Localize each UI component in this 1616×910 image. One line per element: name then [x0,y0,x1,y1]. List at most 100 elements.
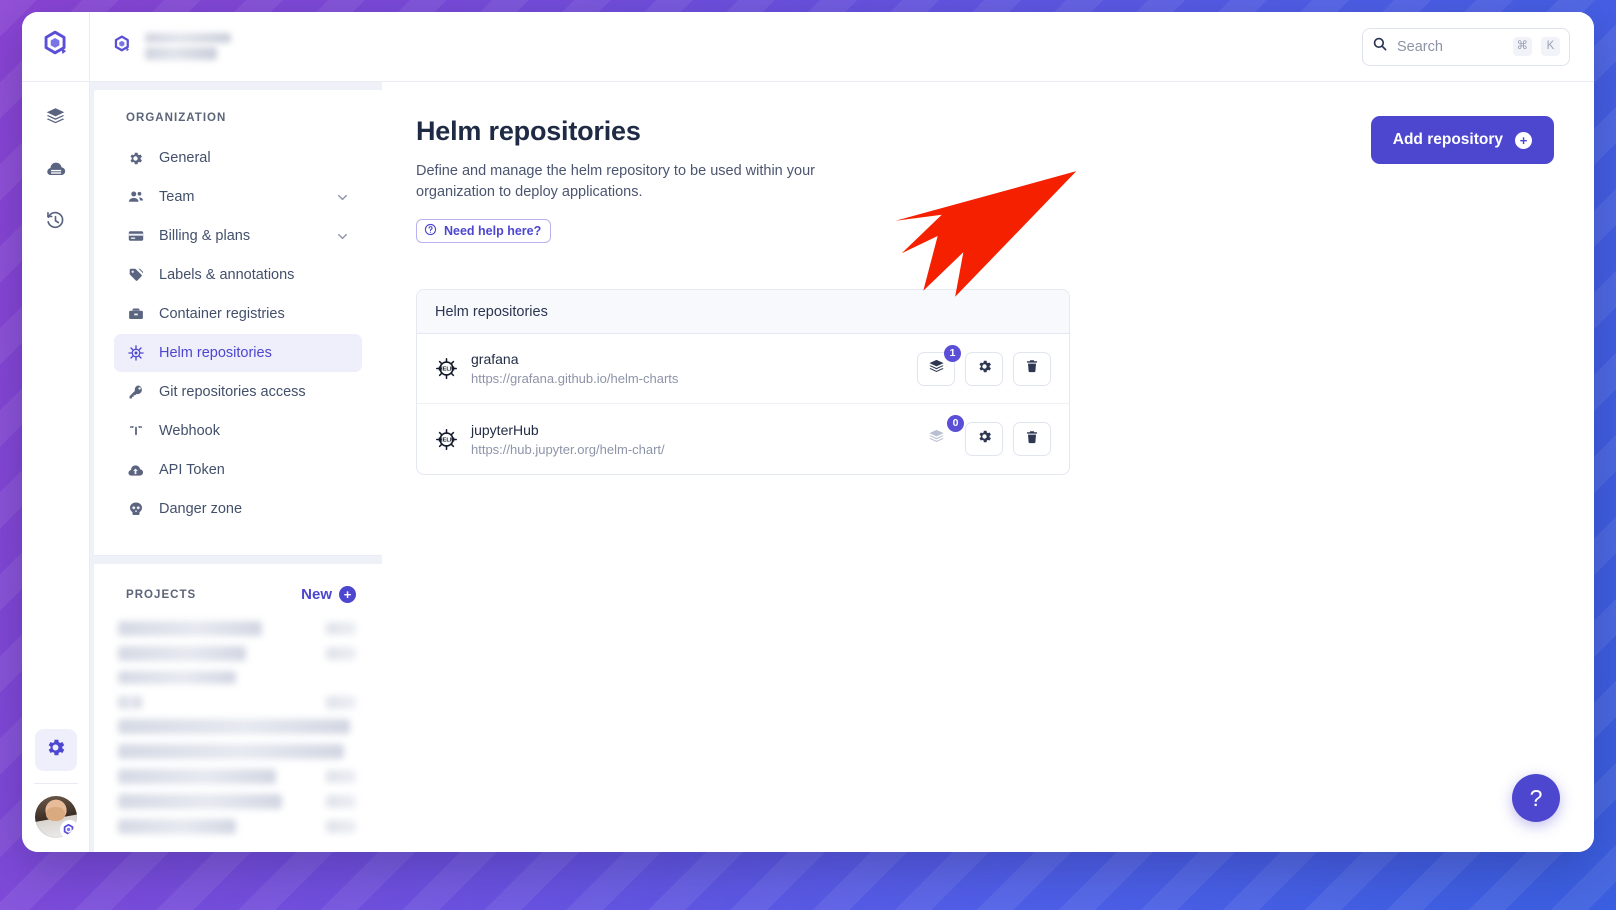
users-icon [126,188,145,207]
organization-nav-card: ORGANIZATION General Team Billing & plan… [94,90,382,556]
organization-section-label: ORGANIZATION [126,112,227,124]
app-window: Search ⌘ K ORGANIZATION General Team Bil… [22,12,1594,852]
list-item[interactable] [94,769,382,784]
repository-delete-button[interactable] [1013,422,1051,457]
rail-item-clusters[interactable] [35,150,77,192]
main-content: Helm repositories Define and manage the … [382,82,1594,852]
repository-settings-button[interactable] [965,422,1003,457]
layers-stack-icon [928,358,945,380]
search-shortcut-modifier: ⌘ [1512,37,1532,56]
sidebar-item-label: General [159,150,211,166]
sidebar-item-label: Labels & annotations [159,267,295,283]
chevron-down-icon[interactable] [335,190,350,205]
list-item[interactable] [94,719,382,734]
sidebar-item-labels-annotations[interactable]: Labels & annotations [114,256,362,294]
briefcase-icon [126,305,145,324]
user-avatar[interactable] [34,796,77,838]
search-shortcut-key: K [1541,37,1560,56]
rail-item-activity[interactable] [35,202,77,244]
projects-section-label: PROJECTS [126,588,197,601]
help-fab-button[interactable]: ? [1512,774,1560,822]
sidebar-item-container-registries[interactable]: Container registries [114,295,362,333]
sidebar-item-label: Danger zone [159,501,243,517]
rail-divider [33,783,78,784]
row-actions: 1 [917,344,1051,386]
gear-icon [976,428,993,450]
sidebar-item-general[interactable]: General [114,139,362,177]
sidebar-item-webhook[interactable]: Webhook [114,412,362,450]
question-mark-icon: ? [1529,784,1543,811]
organization-name-redacted [145,33,231,60]
app-body: ORGANIZATION General Team Billing & plan… [22,82,1594,852]
list-item[interactable] [94,794,382,809]
sidebar-item-danger-zone[interactable]: Danger zone [114,490,362,528]
sidebar-item-label: Billing & plans [159,228,251,244]
list-item[interactable] [94,671,382,684]
rail-bottom-section [22,729,89,838]
list-item[interactable] [94,621,382,636]
repository-name: grafana [471,351,519,368]
cloud-server-icon [45,158,67,185]
helm-wheel-icon [126,344,145,363]
trash-icon [1024,429,1040,450]
repository-url: https://grafana.github.io/helm-charts [471,371,679,387]
new-project-button[interactable]: New + [301,586,356,603]
sidebar-item-label: Container registries [159,306,285,322]
app-logo[interactable] [22,12,90,81]
table-row[interactable]: HELM jupyterHub https://hub.jupyter.org/… [417,404,1069,474]
list-item[interactable] [94,696,382,709]
repository-url: https://hub.jupyter.org/helm-chart/ [471,441,665,457]
sidebar-item-team[interactable]: Team [114,178,362,216]
page-title: Helm repositories [416,116,641,146]
settings-nav-panel: ORGANIZATION General Team Billing & plan… [90,82,382,852]
sidebar-item-billing[interactable]: Billing & plans [114,217,362,255]
search-icon [1372,36,1388,57]
helm-wheel-icon: HELM [433,426,459,452]
layers-stack-icon [45,106,66,132]
need-help-badge[interactable]: Need help here? [416,219,552,244]
add-repository-label: Add repository [1392,131,1503,148]
sidebar-item-label: API Token [159,462,225,478]
gear-icon [44,736,67,764]
cloud-upload-icon [126,461,145,480]
helm-repositories-card: Helm repositories HELM grafana https://g… [416,289,1070,476]
repository-services-button[interactable]: 1 [917,344,961,386]
rail-item-settings[interactable] [34,729,77,771]
svg-text:HELM: HELM [438,366,455,372]
sidebar-item-git-repositories-access[interactable]: Git repositories access [114,373,362,411]
repository-name: jupyterHub [471,421,539,438]
list-item[interactable] [94,646,382,661]
rail-item-environments[interactable] [35,98,77,140]
list-item[interactable] [94,744,382,759]
projects-card: PROJECTS New + [94,564,382,852]
organization-breadcrumb[interactable] [90,12,1362,81]
page-header: Helm repositories Define and manage the … [416,116,1554,244]
projects-header: PROJECTS New + [94,586,382,609]
search-input[interactable]: Search ⌘ K [1362,27,1570,66]
icon-rail [22,82,90,852]
table-row[interactable]: HELM grafana https://grafana.github.io/h… [417,334,1069,405]
sidebar-item-label: Git repositories access [159,384,306,400]
chevron-down-icon[interactable] [335,229,350,244]
plus-circle-icon: + [339,586,356,603]
skull-icon [126,500,145,519]
repository-info: jupyterHub https://hub.jupyter.org/helm-… [471,422,917,457]
new-project-label: New [301,586,332,603]
page-header-text: Helm repositories Define and manage the … [416,116,886,244]
layers-stack-icon [928,428,945,450]
qovery-hexagon-small-icon [112,34,133,60]
tag-icon [126,266,145,285]
sidebar-item-helm-repositories[interactable]: Helm repositories [114,334,362,372]
avatar-org-badge [59,820,77,838]
svg-text:HELM: HELM [438,437,455,443]
webhook-icon [126,422,145,441]
gear-icon [126,149,145,168]
repository-settings-button[interactable] [965,351,1003,386]
key-icon [126,383,145,402]
plus-circle-icon: + [1515,131,1532,149]
repository-delete-button[interactable] [1013,351,1051,386]
sidebar-item-api-token[interactable]: API Token [114,451,362,489]
services-count-badge: 0 [947,415,964,433]
add-repository-button[interactable]: Add repository + [1370,116,1554,164]
list-item[interactable] [94,819,382,834]
